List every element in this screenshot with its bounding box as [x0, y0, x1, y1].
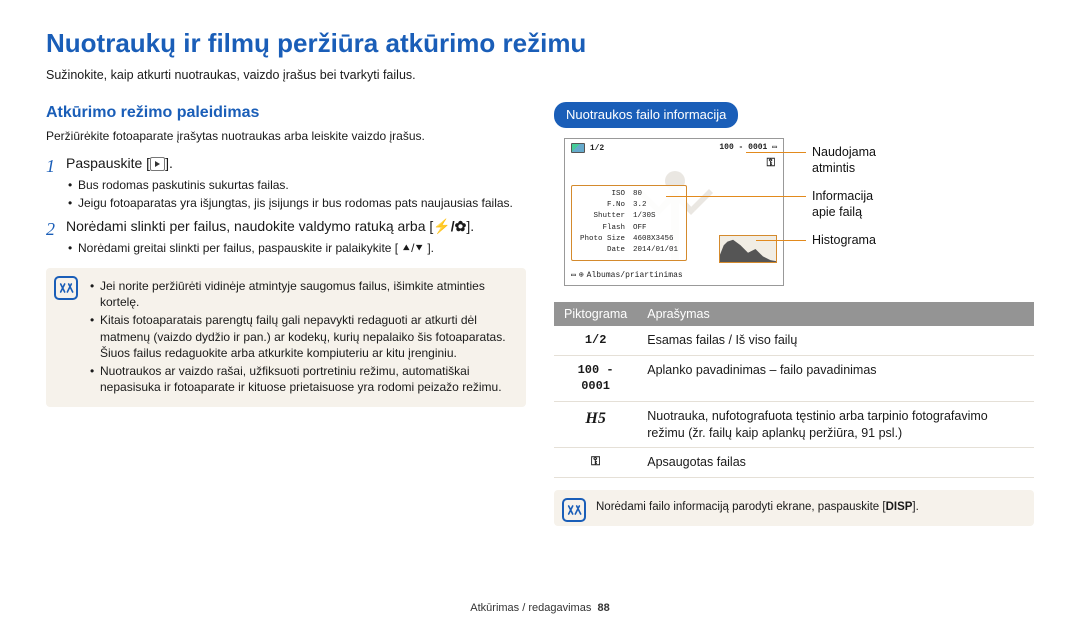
- photo-thumb-icon: [571, 143, 585, 153]
- right-column: Nuotraukos failo informacija 1/2 100 - 0…: [554, 102, 1034, 526]
- note-bullet-1: Jei norite peržiūrėti vidinėje atmintyje…: [88, 278, 514, 310]
- page-subtitle: Sužinokite, kaip atkurti nuotraukas, vai…: [46, 67, 1034, 84]
- footer-section: Atkūrimas / redagavimas: [470, 602, 591, 614]
- note-icon: [562, 498, 586, 522]
- note-icon: [54, 276, 78, 300]
- section-subheading: Peržiūrėkite fotoaparate įrašytas nuotra…: [46, 128, 526, 144]
- th-desc: Aprašymas: [637, 302, 1034, 327]
- callout-fileinfo: Informacija apie failą: [812, 188, 873, 222]
- info-pill: Nuotraukos failo informacija: [554, 102, 738, 128]
- section-heading: Atkūrimo režimo paleidimas: [46, 102, 526, 124]
- icon-cell: ⚿: [554, 448, 637, 478]
- note-box: Jei norite peržiūrėti vidinėje atmintyje…: [46, 268, 526, 407]
- disp-key-icon: DISP: [886, 500, 913, 516]
- step1-bullet-2: Jeigu fotoaparatas yra išjungtas, jis įs…: [66, 195, 526, 211]
- icon-cell: 100 - 0001: [554, 356, 637, 401]
- table-row: ⚿Apsaugotas failas: [554, 448, 1034, 478]
- footer-page: 88: [597, 602, 609, 614]
- tip-before: Norėdami failo informaciją parodyti ekra…: [596, 501, 886, 513]
- desc-cell: Apsaugotas failas: [637, 448, 1034, 478]
- icon-cell: 1/2: [554, 326, 637, 355]
- lcd-counter: 1/2: [590, 144, 604, 153]
- step2-text-before: Norėdami slinkti per failus, naudokite v…: [66, 218, 433, 234]
- flash-macro-icon: ⚡/✿: [433, 218, 466, 234]
- step-number: 1: [46, 154, 66, 213]
- note-bullet-2: Kitais fotoaparatais parengtų failų gali…: [88, 312, 514, 361]
- step-2: 2 Norėdami slinkti per failus, naudokite…: [46, 217, 526, 258]
- zoom-in-icon: ⊕: [579, 271, 584, 282]
- icon-cell: H5: [554, 401, 637, 448]
- desc-cell: Aplanko pavadinimas – failo pavadinimas: [637, 356, 1034, 401]
- step2-text-after: ].: [466, 218, 474, 234]
- page-footer: Atkūrimas / redagavimas 88: [0, 601, 1080, 616]
- th-icon: Piktograma: [554, 302, 637, 327]
- table-row: 100 - 0001Aplanko pavadinimas – failo pa…: [554, 356, 1034, 401]
- step1-text-before: Paspauskite [: [66, 155, 150, 171]
- table-row: 1/2Esamas failas / Iš viso failų: [554, 326, 1034, 355]
- tip-after: ].: [912, 501, 918, 513]
- desc-cell: Esamas failas / Iš viso failų: [637, 326, 1034, 355]
- step-number: 2: [46, 217, 66, 258]
- step1-bullet-1: Bus rodomas paskutinis sukurtas failas.: [66, 177, 526, 193]
- playback-button-icon: [150, 157, 165, 171]
- lcd-screen: 1/2 100 - 0001 ▭ ⚿ ISO80 F.No3.2: [564, 138, 784, 286]
- step-1: 1 Paspauskite []. Bus rodomas paskutinis…: [46, 154, 526, 213]
- left-column: Atkūrimo režimo paleidimas Peržiūrėkite …: [46, 102, 526, 526]
- lcd-diagram: 1/2 100 - 0001 ▭ ⚿ ISO80 F.No3.2: [564, 138, 804, 286]
- desc-cell: Nuotrauka, nufotografuota tęstinio arba …: [637, 401, 1034, 448]
- step1-text-after: ].: [165, 155, 173, 171]
- callout-histogram: Histograma: [812, 232, 876, 249]
- table-row: H5Nuotrauka, nufotografuota tęstinio arb…: [554, 401, 1034, 448]
- zoom-out-icon: ▭: [571, 271, 576, 282]
- lcd-bottom-label: Albumas/priartinimas: [587, 271, 683, 282]
- tip-box: Norėdami failo informaciją parodyti ekra…: [554, 490, 1034, 526]
- icon-legend-table: Piktograma Aprašymas 1/2Esamas failas / …: [554, 302, 1034, 479]
- callout-memory: Naudojama atmintis: [812, 144, 876, 178]
- step2-bullet-1: Norėdami greitai slinkti per failus, pas…: [66, 240, 526, 256]
- page-title: Nuotraukų ir filmų peržiūra atkūrimo rež…: [46, 26, 1034, 61]
- note-bullet-3: Nuotraukos ar vaizdo rašai, užfiksuoti p…: [88, 363, 514, 395]
- lock-icon: ⚿: [767, 157, 775, 172]
